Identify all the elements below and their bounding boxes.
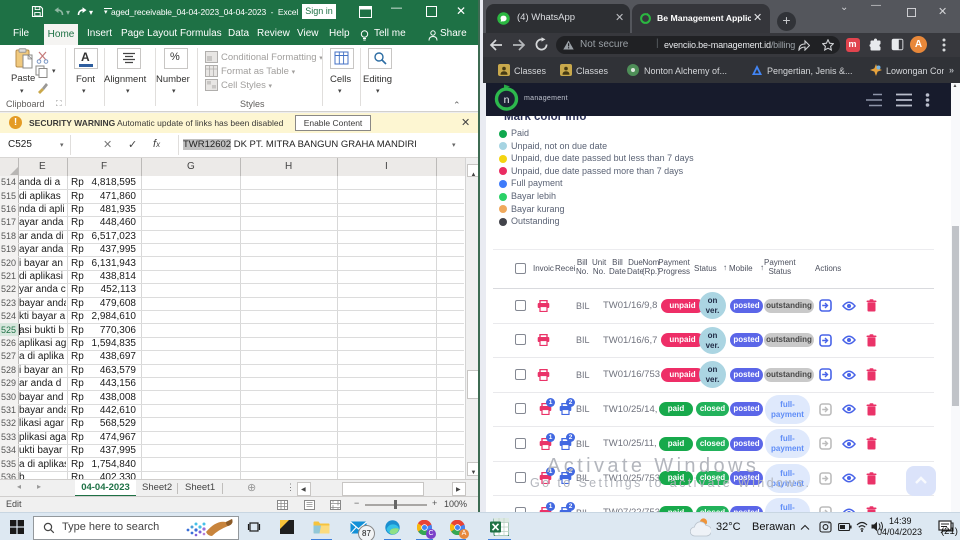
svg-text:n: n <box>504 94 510 106</box>
